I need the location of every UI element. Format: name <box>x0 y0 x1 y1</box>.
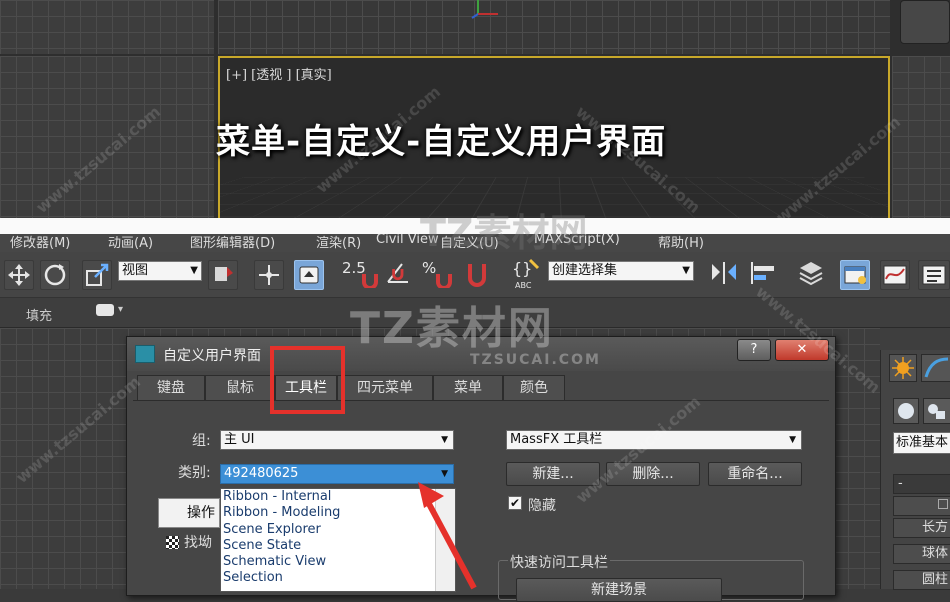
app-icon <box>135 345 155 363</box>
toolbar-select-value: MassFX 工具栏 <box>510 432 603 447</box>
command-panel-header <box>880 328 950 350</box>
group-dropdown[interactable]: 主 UI ▼ <box>220 430 454 450</box>
svg-text:ABC: ABC <box>515 281 532 290</box>
spinner-snap-icon[interactable] <box>464 258 494 288</box>
tab-mouse[interactable]: 鼠标 <box>205 375 275 401</box>
viewport-right[interactable] <box>892 56 950 218</box>
move-icon[interactable] <box>4 260 34 290</box>
help-button[interactable]: ? <box>737 339 771 361</box>
object-type-combo[interactable]: 标准基本 <box>893 432 950 454</box>
tab-keyboard[interactable]: 键盘 <box>137 375 205 401</box>
new-toolbar-button[interactable]: 新建... <box>506 462 600 486</box>
create-tab-icon[interactable] <box>889 354 917 382</box>
command-panel: 标准基本 - 长方 球体 圆柱 <box>880 350 950 590</box>
hide-label: 隐藏 <box>528 498 556 514</box>
scene-explorer-icon[interactable] <box>840 260 870 290</box>
tab-quad-menus[interactable]: 四元菜单 <box>337 375 433 401</box>
viewport-grid-floor <box>220 176 888 218</box>
named-selection-combo[interactable]: 创建选择集 ▼ <box>548 261 694 281</box>
menu-graph-editors[interactable]: 图形编辑器(D) <box>190 234 275 251</box>
named-selection-value: 创建选择集 <box>552 263 618 278</box>
ribbon-toggle-icon[interactable] <box>96 304 114 316</box>
toolbar-select-dropdown[interactable]: MassFX 工具栏 ▼ <box>506 430 802 450</box>
scale-icon[interactable] <box>82 260 112 290</box>
box-button[interactable]: 长方 <box>893 518 950 538</box>
viewport-top-left[interactable] <box>0 0 214 54</box>
select-manipulate-icon[interactable] <box>254 260 284 290</box>
edit-named-selection-icon[interactable]: {} ABC <box>512 258 542 290</box>
rollout-minus[interactable]: - <box>893 474 950 494</box>
group-label: 组: <box>192 433 211 449</box>
fill-label[interactable]: 填充 <box>26 305 52 324</box>
chevron-down-icon: ▼ <box>789 435 796 445</box>
chevron-down-icon: ▼ <box>190 265 198 276</box>
menu-civil-view[interactable]: Civil View <box>376 234 439 247</box>
chevron-down-icon: ▼ <box>441 435 448 445</box>
mirror-icon[interactable] <box>708 258 740 288</box>
viewport-label[interactable]: [+] [透视 ] [真实] <box>226 64 332 83</box>
tab-menus[interactable]: 菜单 <box>433 375 503 401</box>
separator-band <box>0 218 950 234</box>
tab-colors[interactable]: 颜色 <box>503 375 565 401</box>
actions-list-item[interactable]: 找坳 <box>166 532 212 552</box>
rename-toolbar-button[interactable]: 重命名... <box>708 462 802 486</box>
rotate-icon[interactable] <box>40 260 70 290</box>
axis-gizmo-icon <box>471 0 498 19</box>
viewport-left[interactable] <box>0 56 214 218</box>
layer-manager-icon[interactable] <box>796 258 826 288</box>
modify-tab-icon[interactable] <box>921 354 950 382</box>
autogrid-checkbox[interactable] <box>893 496 950 516</box>
cylinder-button[interactable]: 圆柱 <box>893 570 950 590</box>
viewport-top[interactable] <box>218 0 890 54</box>
menu-bar: 修改器(M) 动画(A) 图形编辑器(D) 渲染(R) Civil View 自… <box>0 234 950 252</box>
close-button[interactable]: ✕ <box>775 339 829 361</box>
pivot-icon[interactable] <box>208 260 238 290</box>
percent-snap-toggle[interactable]: % <box>422 258 456 288</box>
quick-access-label: 快速访问工具栏 <box>508 552 610 572</box>
snap-toggle[interactable]: 2.5 <box>342 258 388 288</box>
top-viewport-area: [+] [透视 ] [真实] 菜单-自定义-自定义用户界面 <box>0 0 950 218</box>
main-toolbar: 视图 ▼ 2.5 % {} ABC 创建选择集 ▼ <box>0 252 950 298</box>
quick-access-new-scene-button[interactable]: 新建场景 <box>516 578 722 602</box>
reference-coord-combo[interactable]: 视图 ▼ <box>118 261 202 281</box>
group-value: 主 UI <box>224 432 255 447</box>
category-value: 492480625 <box>224 466 299 481</box>
menu-modifiers[interactable]: 修改器(M) <box>10 234 70 251</box>
delete-toolbar-button[interactable]: 删除... <box>606 462 700 486</box>
magnet-icon <box>362 274 378 288</box>
chevron-down-icon: ▾ <box>118 304 124 315</box>
category-label: 类别: <box>178 465 211 481</box>
keyboard-shortcut-override-icon[interactable] <box>294 260 324 290</box>
dialog-titlebar[interactable]: 自定义用户界面 ? ✕ <box>127 337 835 371</box>
curve-editor-icon[interactable] <box>880 260 910 290</box>
overlay-title: 菜单-自定义-自定义用户界面 <box>216 122 667 162</box>
align-icon[interactable] <box>748 258 782 288</box>
dialog-title: 自定义用户界面 <box>163 348 261 364</box>
menu-maxscript[interactable]: MAXScript(X) <box>534 234 620 247</box>
angle-snap-icon[interactable] <box>384 258 416 288</box>
menu-customize[interactable]: 自定义(U) <box>440 234 499 251</box>
reference-coord-value: 视图 <box>122 263 149 278</box>
hide-checkbox[interactable]: ✔ <box>508 496 522 510</box>
ribbon-row: 填充 ▾ <box>0 298 950 328</box>
menu-rendering[interactable]: 渲染(R) <box>316 234 361 251</box>
menu-animation[interactable]: 动画(A) <box>108 234 153 251</box>
viewcube-box[interactable] <box>900 0 950 44</box>
shapes-icon[interactable] <box>923 398 950 424</box>
sphere-button[interactable]: 球体 <box>893 544 950 564</box>
svg-text:{}: {} <box>512 259 532 278</box>
schematic-view-icon[interactable] <box>918 260 950 290</box>
red-arrow-icon <box>418 482 477 590</box>
actions-column-header[interactable]: 操作 <box>158 498 220 528</box>
chevron-down-icon: ▼ <box>682 265 690 276</box>
menu-help[interactable]: 帮助(H) <box>658 234 704 251</box>
geometry-icon[interactable] <box>893 398 919 424</box>
highlight-box <box>270 346 345 414</box>
magnet-icon <box>436 274 452 288</box>
